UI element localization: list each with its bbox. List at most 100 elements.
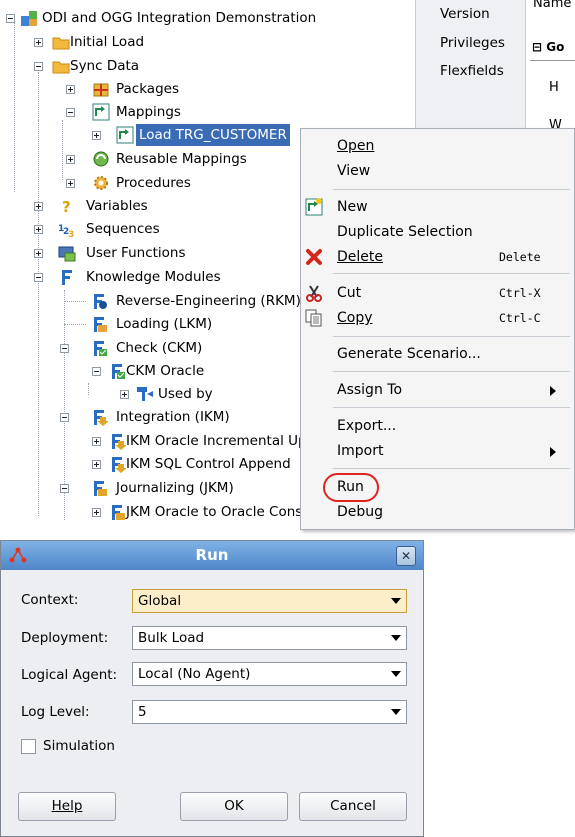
menu-item-debug[interactable]: Debug: [301, 500, 574, 524]
menu-item-label: Debug: [337, 504, 384, 520]
help-button-label: Help: [51, 798, 83, 814]
menu-item-assign-to[interactable]: Assign To: [301, 378, 574, 402]
expand-toggle[interactable]: [92, 437, 101, 446]
submenu-arrow-icon: [550, 386, 556, 396]
expand-toggle[interactable]: [34, 38, 43, 47]
tree-item-label: Loading (LKM): [116, 316, 213, 332]
tree-item-label: Sequences: [86, 221, 160, 237]
expand-toggle[interactable]: [92, 131, 101, 140]
menu-item-label: Delete: [337, 249, 383, 265]
log-level-select[interactable]: 5: [132, 700, 407, 724]
prop-flexfields[interactable]: Flexfields: [440, 63, 504, 79]
collapse-toggle[interactable]: [60, 344, 69, 353]
collapse-toggle[interactable]: [6, 14, 15, 23]
ikm-icon: [112, 434, 126, 450]
tree-connector: [64, 301, 86, 302]
tree-item-label: Journalizing (JKM): [116, 480, 234, 496]
tree-connector: [14, 22, 15, 192]
expand-toggle[interactable]: [92, 460, 101, 469]
tree-item-label: CKM Oracle: [126, 363, 205, 379]
menu-item-delete[interactable]: Delete Delete: [301, 245, 574, 269]
collapse-toggle[interactable]: [60, 413, 69, 422]
divider: [530, 60, 575, 61]
collapse-toggle[interactable]: [34, 62, 43, 71]
expand-toggle[interactable]: [66, 179, 75, 188]
menu-item-view[interactable]: View: [301, 159, 574, 183]
shortcut-label: Ctrl-X: [499, 286, 541, 300]
menu-item-open[interactable]: Open: [301, 134, 574, 158]
prop-privileges[interactable]: Privileges: [440, 35, 505, 51]
context-value: Global: [138, 593, 182, 609]
expand-toggle[interactable]: [34, 202, 43, 211]
cancel-button[interactable]: Cancel: [299, 792, 407, 821]
close-icon[interactable]: ✕: [396, 546, 416, 566]
chevron-down-icon: [391, 635, 401, 641]
tree-item-label: Knowledge Modules: [86, 269, 221, 285]
svg-text:?: ?: [62, 198, 71, 215]
project-icon: [21, 11, 37, 26]
menu-item-label: Generate Scenario...: [337, 346, 481, 362]
menu-separator: [333, 189, 570, 190]
menu-item-new[interactable]: New: [301, 195, 574, 219]
menu-item-generate-scenario[interactable]: Generate Scenario...: [301, 342, 574, 366]
menu-item-cut[interactable]: Cut Ctrl-X: [301, 281, 574, 305]
dialog-title-bar[interactable]: Run ✕: [1, 541, 423, 570]
collapse-toggle[interactable]: [66, 108, 75, 117]
context-select[interactable]: Global: [132, 589, 407, 613]
run-dialog[interactable]: Run ✕ Context: Global Deployment: Bulk L…: [0, 540, 424, 837]
logical-agent-label: Logical Agent:: [21, 667, 118, 683]
menu-item-import[interactable]: Import: [301, 439, 574, 463]
help-button[interactable]: Help: [18, 792, 116, 821]
dialog-title: Run: [195, 546, 229, 564]
used-by-icon: [137, 387, 153, 401]
expand-toggle[interactable]: [34, 249, 43, 258]
context-label: Context:: [21, 592, 79, 608]
tree-item-label: Reverse-Engineering (RKM): [116, 293, 301, 309]
properties-content: Name ⊟ Go H W: [525, 0, 575, 133]
collapse-toggle[interactable]: [60, 484, 69, 493]
folder-open-icon: [52, 61, 70, 74]
package-icon: [93, 83, 109, 97]
scissors-icon: [306, 285, 322, 302]
log-level-label: Log Level:: [21, 704, 90, 720]
ikm-icon: [94, 410, 108, 426]
tree-item-label: Used by: [158, 386, 213, 402]
menu-separator: [333, 273, 570, 274]
expand-toggle[interactable]: [66, 85, 75, 94]
expand-toggle[interactable]: [120, 390, 129, 399]
menu-item-label: Assign To: [337, 382, 403, 398]
new-mapping-icon: [305, 198, 323, 216]
shortcut-label: Delete: [499, 250, 541, 264]
prop-field-h: H: [549, 80, 559, 95]
tree-item-label: Load TRG_CUSTOMER: [136, 124, 290, 146]
copy-icon: [305, 309, 322, 327]
collapse-toggle[interactable]: [92, 367, 101, 376]
tree-item-label: Integration (IKM): [116, 409, 230, 425]
deployment-select[interactable]: Bulk Load: [132, 626, 407, 650]
tree-item-label: Procedures: [116, 175, 191, 191]
context-menu[interactable]: Open View New Duplicate Selection Delete…: [300, 128, 575, 530]
reusable-mapping-icon: [93, 151, 109, 167]
prop-version[interactable]: Version: [440, 6, 490, 22]
menu-separator: [333, 468, 570, 469]
menu-item-duplicate[interactable]: Duplicate Selection: [301, 220, 574, 244]
sequence-icon: 1 2 3: [58, 224, 74, 238]
tree-item-label: Packages: [116, 81, 179, 97]
menu-item-label: Duplicate Selection: [337, 224, 473, 240]
jkm-icon: [94, 481, 107, 496]
menu-item-export[interactable]: Export...: [301, 414, 574, 438]
folder-icon: [52, 37, 70, 50]
expand-toggle[interactable]: [92, 508, 101, 517]
expand-toggle[interactable]: [66, 155, 75, 164]
collapse-toggle[interactable]: [34, 273, 43, 282]
menu-item-copy[interactable]: Copy Ctrl-C: [301, 306, 574, 330]
simulation-checkbox[interactable]: [21, 739, 36, 754]
logical-agent-value: Local (No Agent): [138, 666, 251, 682]
ok-button[interactable]: OK: [180, 792, 288, 821]
expand-toggle[interactable]: [34, 225, 43, 234]
menu-separator: [333, 336, 570, 337]
mapping-icon: [116, 126, 134, 144]
logical-agent-select[interactable]: Local (No Agent): [132, 662, 407, 686]
general-section-header[interactable]: ⊟ Go: [532, 40, 564, 54]
ok-button-label: OK: [224, 798, 244, 814]
